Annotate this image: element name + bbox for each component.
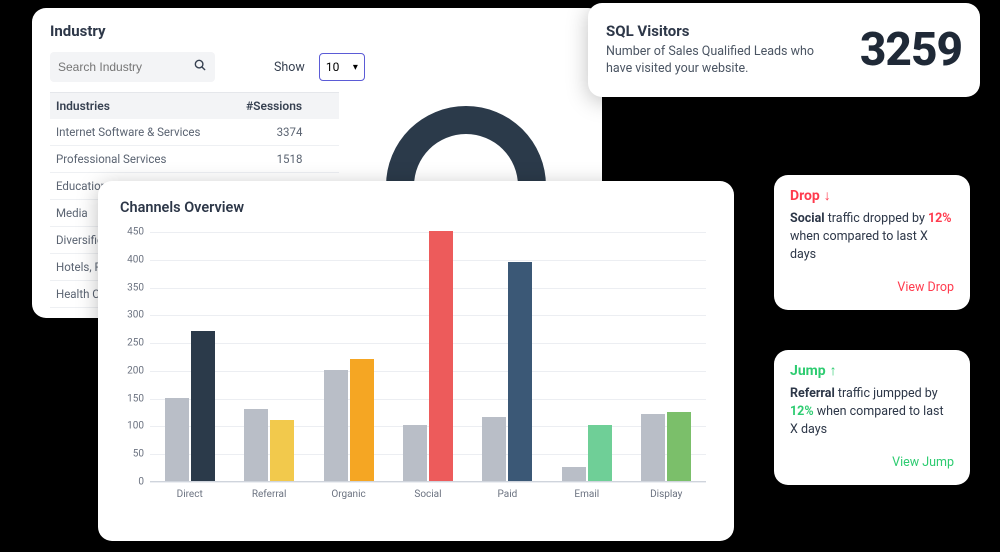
bar-group [639,412,693,481]
y-tick: 250 [127,338,144,349]
bar [508,262,532,481]
col-sessions: #Sessions [240,93,339,119]
bar [588,425,612,481]
y-tick: 50 [133,449,144,460]
y-tick: 150 [127,393,144,404]
bar [482,417,506,481]
arrow-down-icon [824,187,831,204]
table-header: Industries #Sessions [50,93,339,119]
industry-name: Internet Software & Services [50,119,240,145]
y-tick: 100 [127,421,144,432]
jump-body: Referral traffic jumpped by 12% when com… [790,385,954,439]
x-label: Social [401,489,455,500]
y-tick: 350 [127,282,144,293]
bar [667,412,691,481]
bar [562,467,586,481]
bar [244,409,268,481]
industry-sessions: 1518 [240,146,339,172]
y-tick: 300 [127,310,144,321]
bar-group [322,359,376,481]
x-label: Direct [163,489,217,500]
view-drop-link[interactable]: View Drop [790,280,954,295]
search-wrap [50,52,215,82]
x-label: Email [560,489,614,500]
industry-sessions: 3374 [240,119,339,145]
jump-rest: when compared to last X days [790,404,944,437]
search-input[interactable] [58,60,178,74]
drop-body: Social traffic dropped by 12% when compa… [790,210,954,264]
jump-title: Jump [790,362,954,379]
col-industries: Industries [50,93,240,119]
bar-group [480,262,534,481]
jump-title-text: Jump [790,363,826,379]
sql-value: 3259 [860,23,962,77]
industry-name: Professional Services [50,146,240,172]
sql-visitors-card: SQL Visitors Number of Sales Qualified L… [588,3,980,97]
donut-slice [386,106,546,186]
drop-verb: traffic dropped by [828,211,925,226]
y-tick: 0 [138,477,144,488]
bar [429,231,453,481]
jump-card: Jump Referral traffic jumpped by 12% whe… [774,350,970,485]
chevron-down-icon: ▾ [353,62,358,73]
bar-group [163,331,217,481]
jump-verb: traffic jumpped by [838,386,938,401]
bar-group [560,425,614,481]
bar [641,414,665,481]
bar [403,425,427,481]
jump-channel: Referral [790,386,835,401]
x-label: Display [639,489,693,500]
show-value: 10 [326,60,340,74]
drop-channel: Social [790,211,825,226]
y-tick: 200 [127,365,144,376]
view-jump-link[interactable]: View Jump [790,455,954,470]
bar-group [242,409,296,481]
x-label: Organic [322,489,376,500]
channels-bar-chart: 050100150200250300350400450 DirectReferr… [150,232,706,500]
show-select[interactable]: 10 ▾ [319,53,365,81]
drop-title: Drop [790,187,954,204]
y-tick: 400 [127,254,144,265]
bar [270,420,294,481]
bar [191,331,215,481]
y-tick: 450 [127,227,144,238]
bar-group [401,231,455,481]
channels-title: Channels Overview [120,199,712,216]
table-row[interactable]: Internet Software & Services3374 [50,119,339,146]
bar [350,359,374,481]
industry-title: Industry [50,22,584,40]
drop-pct: 12% [928,211,952,226]
drop-rest: when compared to last X days [790,229,928,262]
bar [324,370,348,481]
x-label: Paid [480,489,534,500]
arrow-up-icon [830,362,837,379]
drop-title-text: Drop [790,188,820,204]
jump-pct: 12% [790,404,814,419]
channels-overview-card: Channels Overview 0501001502002503003504… [98,181,734,541]
bar [165,398,189,481]
table-row[interactable]: Professional Services1518 [50,146,339,173]
search-icon[interactable] [193,58,207,76]
industry-controls: Show 10 ▾ [50,52,584,82]
show-label: Show [274,60,305,75]
x-label: Referral [242,489,296,500]
drop-card: Drop Social traffic dropped by 12% when … [774,175,970,310]
sql-title: SQL Visitors [606,22,816,40]
sql-desc: Number of Sales Qualified Leads who have… [606,44,816,78]
